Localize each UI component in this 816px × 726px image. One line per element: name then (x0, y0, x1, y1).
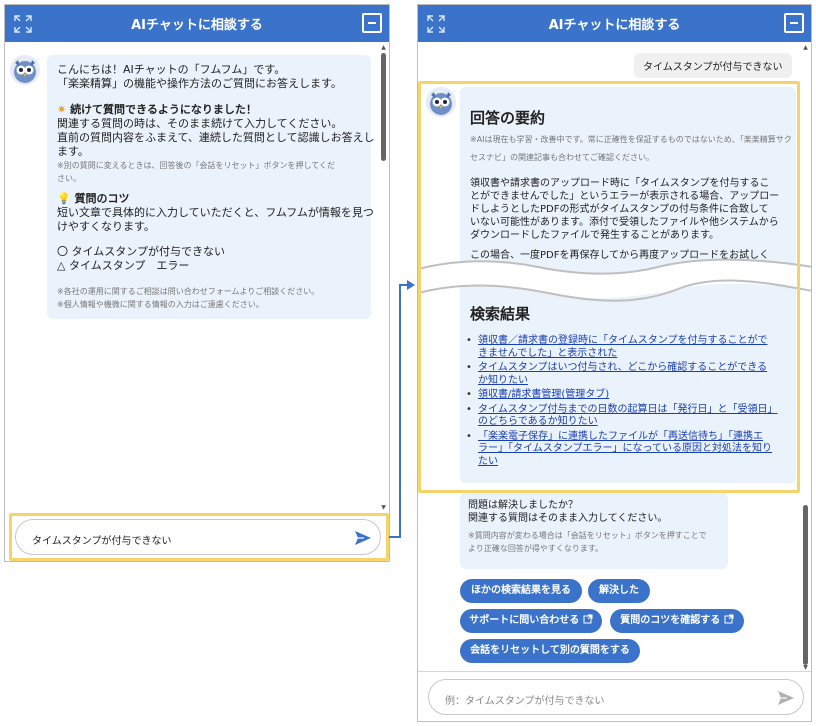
continue-note: さい。 (57, 174, 81, 183)
send-icon[interactable] (354, 529, 372, 547)
lightbulb-icon: 💡 (57, 192, 71, 205)
header-title: AIチャットに相談する (548, 18, 681, 33)
chat-input-value: タイムスタンプが付与できない (32, 536, 172, 547)
header-title: AIチャットに相談する (131, 18, 263, 33)
tips-line: 短い文章で具体的に入力していただくと、フムフムが情報を見つ (57, 206, 374, 219)
followup-note: ※質問内容が変わる場合は「会話をリセット」ボタンを押すことで (468, 531, 707, 540)
welcome-bubble: こんにちは！AIチャットの「フムフム」です。 「楽楽精算」の機能や操作方法のご質… (47, 55, 375, 319)
minimize-icon[interactable] (362, 13, 382, 33)
scrollbar-thumb[interactable] (381, 53, 386, 161)
scroll-down-arrow[interactable]: ▼ (802, 665, 809, 671)
sparkle-icon: ✷ (57, 103, 67, 116)
send-icon[interactable] (777, 689, 795, 707)
minimize-icon[interactable] (784, 13, 804, 33)
chat-panel-initial: AIチャットに相談する ▲ ▼ こんにちは！AIチャットの「フムフム」です。 「… (4, 4, 390, 562)
followup-line: 問題は解決しましたか？ (468, 500, 578, 511)
chat-input-placeholder: 例：タイムスタンプが付与できない (445, 696, 605, 707)
continue-line: 直前の質問内容をふまえて、連続した質問として認識しお答えし (57, 131, 375, 144)
answer-highlight (418, 81, 800, 493)
user-message: タイムスタンプが付与できない (634, 53, 792, 78)
chat-header: AIチャットに相談する (5, 5, 389, 42)
good-example: 〇 タイムスタンプが付与できない (57, 245, 225, 258)
continue-note: ※別の質問に変えるときは、回答後の「会話をリセット」ボタンを押してくだ (57, 161, 335, 170)
continue-line: ます。 (57, 145, 89, 158)
note-line: ※各社の運用に関するご相談は問い合わせフォームよりご相談ください。 (57, 287, 320, 296)
external-link-icon (724, 614, 734, 624)
scroll-up-arrow[interactable]: ▲ (802, 45, 809, 51)
external-link-icon (583, 614, 593, 624)
followup-note: より正確な回答が得やすくなります。 (468, 544, 604, 553)
reset-conversation-button[interactable]: 会話をリセットして別の質問をする (460, 639, 640, 663)
connector-arrow-icon (407, 280, 415, 290)
note-line: ※個人情報や機微に関する情報の入力はご遠慮ください。 (57, 300, 264, 309)
contact-support-button[interactable]: サポートに問い合わせる (460, 609, 602, 633)
chat-input[interactable]: 例：タイムスタンプが付与できない (428, 679, 804, 715)
chat-input[interactable]: タイムスタンプが付与できない (15, 519, 381, 555)
owl-avatar-icon (10, 55, 40, 85)
chat-panel-answer: AIチャットに相談する ▲ ▼ タイムスタンプが付与できない 回答の要約 ※AI… (417, 4, 812, 722)
followup-bubble: 問題は解決しましたか？ 関連する質問はそのまま入力してください。 ※質問内容が変… (460, 493, 728, 569)
tips-title: 💡 質問のコツ (57, 192, 130, 205)
resolved-button[interactable]: 解決した (588, 579, 650, 603)
greeting-line: 「楽楽精算」の機能や操作方法のご質問にお答えします。 (57, 77, 342, 90)
continue-line: 関連する質問の時は、そのまま続けて入力してください。 (57, 117, 343, 130)
connector-line (399, 284, 401, 537)
other-results-button[interactable]: ほかの検索結果を見る (460, 579, 582, 603)
scrollbar-thumb[interactable] (803, 505, 808, 665)
scroll-up-arrow[interactable]: ▲ (380, 45, 387, 51)
bad-example: △ タイムスタンプ エラー (57, 259, 190, 272)
chat-header: AIチャットに相談する (418, 5, 811, 42)
check-tips-button[interactable]: 質問のコツを確認する (610, 609, 744, 633)
scroll-down-arrow[interactable]: ▼ (380, 505, 387, 511)
followup-line: 関連する質問はそのまま入力してください。 (468, 513, 668, 524)
greeting-line: こんにちは！AIチャットの「フムフム」です。 (57, 63, 286, 76)
input-divider (418, 671, 811, 672)
tips-line: けやすくなります。 (57, 220, 155, 233)
continue-title: ✷ 続けて質問できるようになりました！ (57, 103, 257, 116)
